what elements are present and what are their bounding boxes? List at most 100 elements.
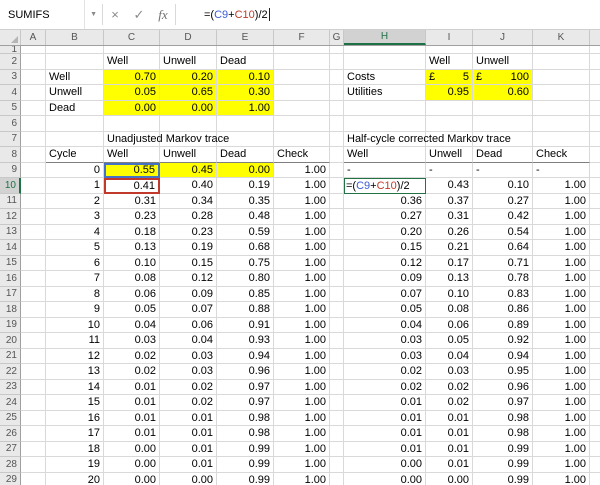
cell-I15[interactable]: 0.17	[426, 256, 473, 272]
cell-D25[interactable]: 0.01	[160, 411, 217, 427]
cell-H15[interactable]: 0.12	[344, 256, 426, 272]
cell-G29[interactable]	[330, 473, 344, 485]
cell-extra-25[interactable]	[590, 411, 600, 427]
cell-A16[interactable]	[21, 271, 46, 287]
row-header-8[interactable]: 8	[0, 147, 21, 163]
cell-J17[interactable]: 0.83	[473, 287, 533, 303]
formula-input[interactable]: =(C9+C10)/2	[176, 0, 600, 29]
cell-E22[interactable]: 0.96	[217, 364, 274, 380]
cell-C3[interactable]: 0.70	[104, 70, 160, 86]
cell-K22[interactable]: 1.00	[533, 364, 590, 380]
cell-J24[interactable]: 0.97	[473, 395, 533, 411]
cell-extra-22[interactable]	[590, 364, 600, 380]
cell-H3[interactable]: Costs	[344, 70, 426, 86]
cell-J13[interactable]: 0.54	[473, 225, 533, 241]
cell-F25[interactable]: 1.00	[274, 411, 330, 427]
cell-F5[interactable]	[274, 101, 330, 117]
cell-A22[interactable]	[21, 364, 46, 380]
cell-B21[interactable]: 12	[46, 349, 104, 365]
cell-I24[interactable]: 0.02	[426, 395, 473, 411]
row-header-13[interactable]: 13	[0, 225, 21, 241]
cell-F9[interactable]: 1.00	[274, 163, 330, 179]
cell-B24[interactable]: 15	[46, 395, 104, 411]
cell-D15[interactable]: 0.15	[160, 256, 217, 272]
cell-E21[interactable]: 0.94	[217, 349, 274, 365]
cell-E17[interactable]: 0.85	[217, 287, 274, 303]
row-header-23[interactable]: 23	[0, 380, 21, 396]
cell-H24[interactable]: 0.01	[344, 395, 426, 411]
cell-G11[interactable]	[330, 194, 344, 210]
cell-I23[interactable]: 0.02	[426, 380, 473, 396]
cell-J1[interactable]	[473, 46, 533, 54]
cell-B28[interactable]: 19	[46, 457, 104, 473]
row-header-25[interactable]: 25	[0, 411, 21, 427]
name-box[interactable]: SUMIFS ▼	[0, 0, 102, 29]
cell-extra-15[interactable]	[590, 256, 600, 272]
cell-H9[interactable]: -	[344, 163, 426, 179]
cell-E15[interactable]: 0.75	[217, 256, 274, 272]
cell-H6[interactable]	[344, 116, 426, 132]
cell-B29[interactable]: 20	[46, 473, 104, 485]
cell-H4[interactable]: Utilities	[344, 85, 426, 101]
cell-extra-24[interactable]	[590, 395, 600, 411]
row-header-2[interactable]: 2	[0, 54, 21, 70]
cell-B14[interactable]: 5	[46, 240, 104, 256]
cell-A25[interactable]	[21, 411, 46, 427]
column-header-F[interactable]: F	[274, 30, 330, 45]
cell-F26[interactable]: 1.00	[274, 426, 330, 442]
cell-B26[interactable]: 17	[46, 426, 104, 442]
cell-B3[interactable]: Well	[46, 70, 104, 86]
cell-K15[interactable]: 1.00	[533, 256, 590, 272]
cell-B13[interactable]: 4	[46, 225, 104, 241]
cell-A3[interactable]	[21, 70, 46, 86]
cell-extra-12[interactable]	[590, 209, 600, 225]
cell-C25[interactable]: 0.01	[104, 411, 160, 427]
cell-G8[interactable]	[330, 147, 344, 163]
cell-F1[interactable]	[274, 46, 330, 54]
row-header-11[interactable]: 11	[0, 194, 21, 210]
cell-I16[interactable]: 0.13	[426, 271, 473, 287]
cell-K11[interactable]: 1.00	[533, 194, 590, 210]
cell-K29[interactable]: 1.00	[533, 473, 590, 485]
name-box-dropdown-icon[interactable]: ▼	[84, 0, 102, 29]
cell-H2[interactable]	[344, 54, 426, 70]
cell-D14[interactable]: 0.19	[160, 240, 217, 256]
cell-J9[interactable]: -	[473, 163, 533, 179]
row-header-29[interactable]: 29	[0, 473, 21, 485]
column-header-G[interactable]: G	[330, 30, 344, 45]
cell-G15[interactable]	[330, 256, 344, 272]
row-header-18[interactable]: 18	[0, 302, 21, 318]
cell-K28[interactable]: 1.00	[533, 457, 590, 473]
cell-F19[interactable]: 1.00	[274, 318, 330, 334]
cell-H13[interactable]: 0.20	[344, 225, 426, 241]
cell-C15[interactable]: 0.10	[104, 256, 160, 272]
cell-K5[interactable]	[533, 101, 590, 117]
cell-K4[interactable]	[533, 85, 590, 101]
cell-G24[interactable]	[330, 395, 344, 411]
cell-I29[interactable]: 0.00	[426, 473, 473, 485]
cell-A26[interactable]	[21, 426, 46, 442]
column-header-E[interactable]: E	[217, 30, 274, 45]
cell-K24[interactable]: 1.00	[533, 395, 590, 411]
cell-B8[interactable]: Cycle	[46, 147, 104, 163]
cell-G4[interactable]	[330, 85, 344, 101]
row-header-17[interactable]: 17	[0, 287, 21, 303]
cell-I11[interactable]: 0.37	[426, 194, 473, 210]
cell-I28[interactable]: 0.01	[426, 457, 473, 473]
cell-D28[interactable]: 0.01	[160, 457, 217, 473]
cell-C6[interactable]	[104, 116, 160, 132]
row-header-19[interactable]: 19	[0, 318, 21, 334]
row-header-6[interactable]: 6	[0, 116, 21, 132]
cancel-icon[interactable]: ×	[103, 0, 127, 29]
cell-K9[interactable]: -	[533, 163, 590, 179]
cell-G7[interactable]	[330, 132, 344, 148]
cell-D3[interactable]: 0.20	[160, 70, 217, 86]
cell-D20[interactable]: 0.04	[160, 333, 217, 349]
cell-K23[interactable]: 1.00	[533, 380, 590, 396]
cell-B2[interactable]	[46, 54, 104, 70]
cell-J12[interactable]: 0.42	[473, 209, 533, 225]
cell-extra-14[interactable]	[590, 240, 600, 256]
row-header-27[interactable]: 27	[0, 442, 21, 458]
cell-H21[interactable]: 0.03	[344, 349, 426, 365]
cell-G13[interactable]	[330, 225, 344, 241]
